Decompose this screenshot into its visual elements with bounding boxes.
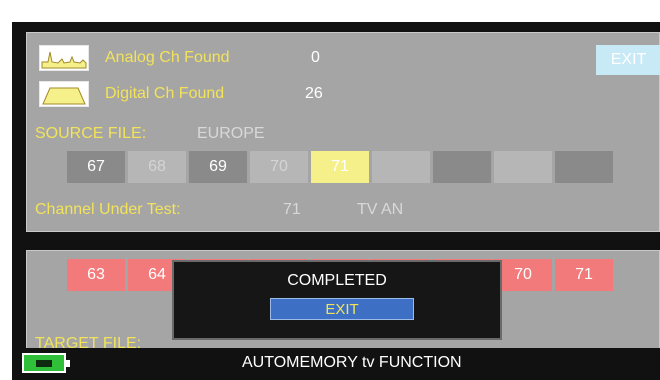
target-channel-cell: 70 (494, 259, 552, 291)
channel-under-test-label: Channel Under Test: (35, 201, 181, 218)
channel-under-test-type: TV AN (357, 201, 404, 218)
dialog-exit-button[interactable]: EXIT (270, 298, 414, 320)
digital-found-label: Digital Ch Found (105, 85, 225, 102)
source-channel-cell: 69 (189, 151, 247, 183)
status-bar: AUTOMEMORY tv FUNCTION (12, 348, 660, 380)
source-channel-cell (433, 151, 491, 183)
battery-terminal (66, 360, 70, 367)
target-channel-cell: 63 (67, 259, 125, 291)
source-channel-cell: 67 (67, 151, 125, 183)
source-file-value: EUROPE (197, 125, 265, 142)
battery-level-mark (36, 360, 52, 367)
digital-spectrum-icon (39, 81, 89, 107)
source-channel-cell (372, 151, 430, 183)
source-channel-cell: 70 (250, 151, 308, 183)
channel-under-test-number: 71 (283, 201, 301, 218)
source-channel-cell (555, 151, 613, 183)
battery-icon (22, 353, 70, 373)
source-channel-cell: 68 (128, 151, 186, 183)
target-channel-cell: 71 (555, 259, 613, 291)
source-channel-cell (494, 151, 552, 183)
function-name: AUTOMEMORY tv FUNCTION (242, 354, 462, 371)
source-channel-cell-current: 71 (311, 151, 369, 183)
dialog-title: COMPLETED (287, 272, 387, 289)
device-screen: Analog Ch Found 0 Digital Ch Found 26 EX… (12, 22, 660, 380)
analog-spectrum-icon (39, 45, 89, 71)
analog-found-count: 0 (311, 49, 320, 66)
source-file-label: SOURCE FILE: (35, 125, 147, 142)
exit-button[interactable]: EXIT (596, 45, 660, 75)
scan-panel: Analog Ch Found 0 Digital Ch Found 26 EX… (26, 32, 660, 232)
completed-dialog: COMPLETED EXIT (172, 260, 502, 340)
digital-found-count: 26 (305, 85, 323, 102)
analog-found-label: Analog Ch Found (105, 49, 230, 66)
